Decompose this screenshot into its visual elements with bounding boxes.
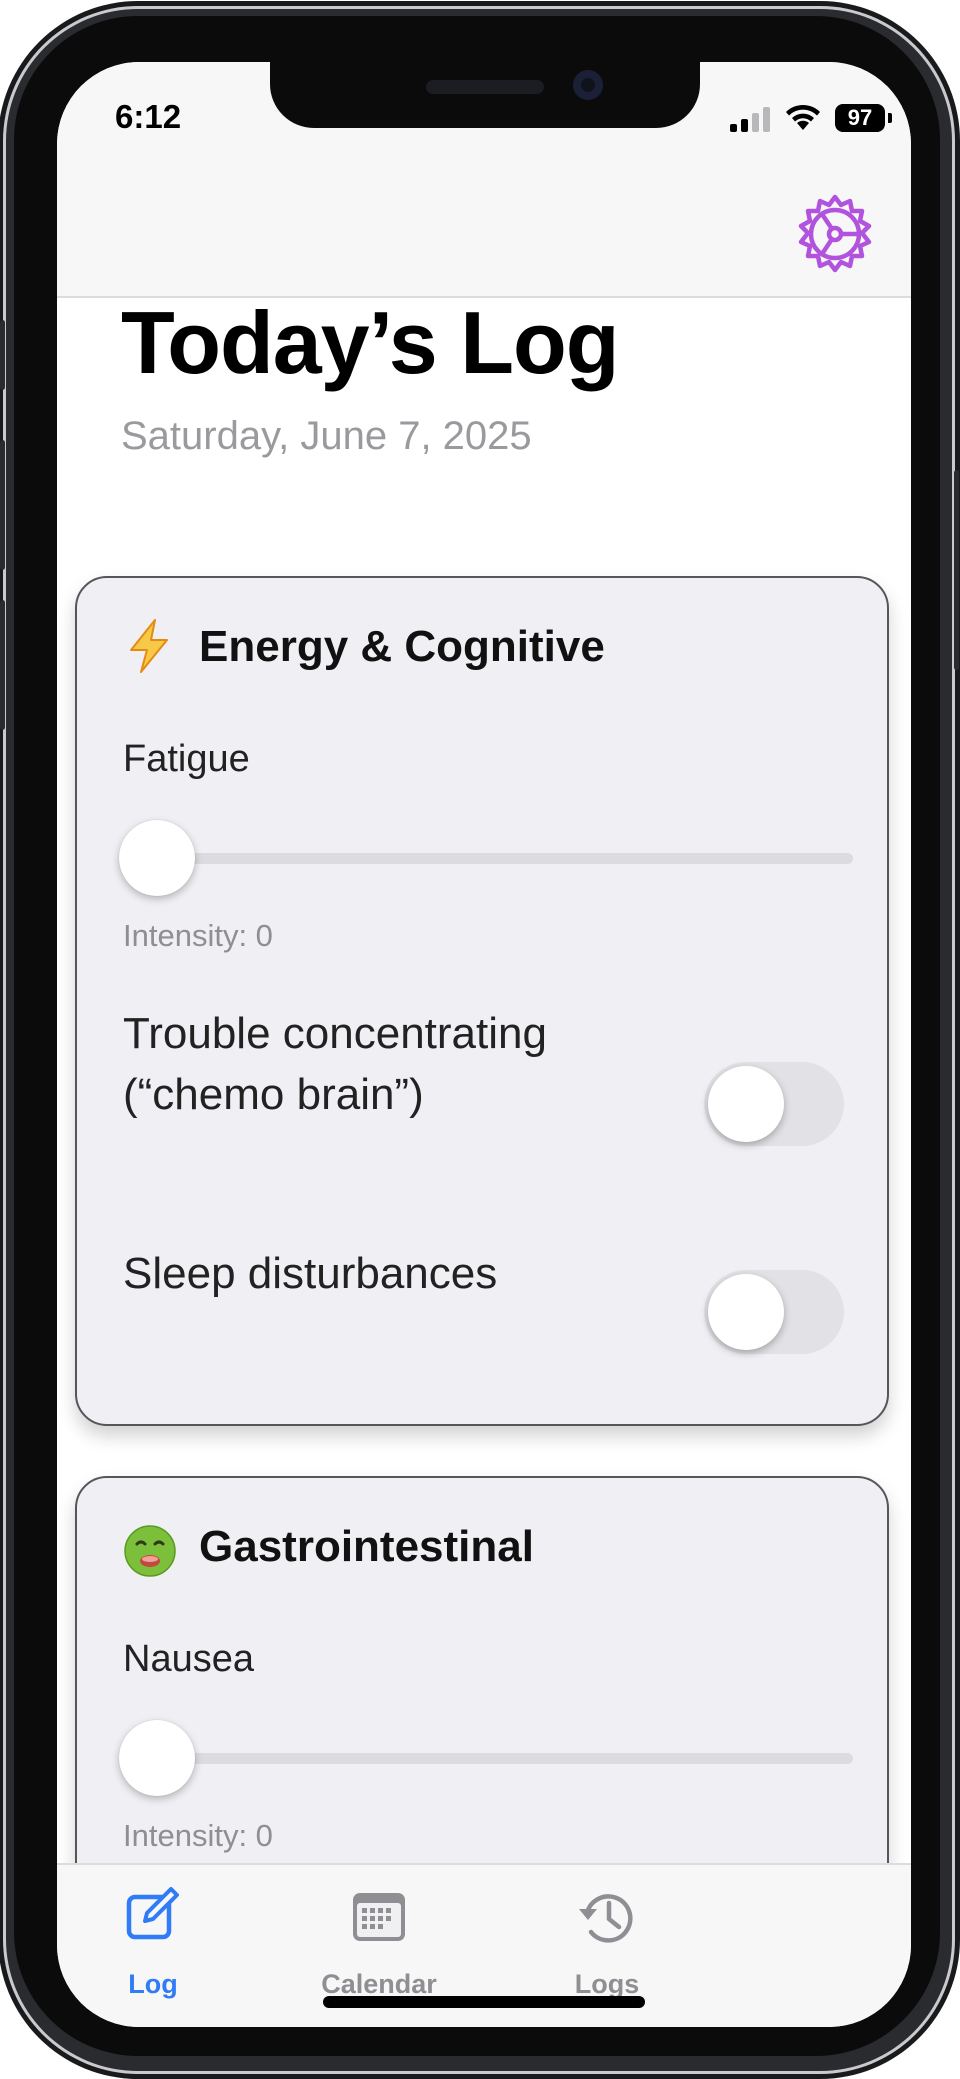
nausea-slider-thumb[interactable] xyxy=(119,1720,195,1796)
section-title-gastro: Gastrointestinal xyxy=(199,1522,534,1571)
fatigue-slider-thumb[interactable] xyxy=(119,820,195,896)
tab-logs[interactable]: Logs xyxy=(517,1865,697,1999)
sleep-disturbances-label: Sleep disturbances xyxy=(123,1249,498,1298)
front-camera xyxy=(573,70,603,100)
mute-switch xyxy=(0,320,5,390)
gear-icon[interactable] xyxy=(792,192,878,278)
fatigue-intensity: Intensity: 0 xyxy=(123,918,273,953)
energy-cognitive-card: Energy & Cognitive Fatigue Intensity: 0 … xyxy=(75,576,889,1426)
battery-icon: 97 xyxy=(835,104,885,132)
toggle-knob xyxy=(708,1066,784,1142)
sleep-disturbances-toggle[interactable] xyxy=(704,1270,844,1354)
earpiece xyxy=(426,80,544,94)
fatigue-label: Fatigue xyxy=(123,738,250,780)
trouble-concentrating-toggle[interactable] xyxy=(704,1062,844,1146)
nauseated-face-icon xyxy=(124,1525,176,1577)
status-time: 6:12 xyxy=(115,98,182,135)
log-scroll-view[interactable]: Today’s Log Saturday, June 7, 2025 Energ… xyxy=(57,298,911,1863)
lightning-icon xyxy=(130,619,168,673)
app-screen: 6:12 97 Today’s Log Saturday, June 7, 20… xyxy=(57,62,911,2027)
tab-log[interactable]: Log xyxy=(63,1865,243,1999)
calendar-icon xyxy=(353,1893,405,1941)
trouble-concentrating-label: Trouble concentrating (“chemo brain”) xyxy=(123,1009,547,1119)
page-title: Today’s Log xyxy=(121,298,619,392)
gastrointestinal-card: Gastrointestinal Nausea Intensity: 0 xyxy=(75,1476,889,1863)
section-title-energy: Energy & Cognitive xyxy=(199,622,605,671)
notch xyxy=(270,62,700,128)
page-date: Saturday, June 7, 2025 xyxy=(121,414,532,458)
toggle-knob xyxy=(708,1274,784,1350)
power-button xyxy=(954,470,959,670)
battery-tip xyxy=(888,113,892,123)
wifi-icon xyxy=(786,104,820,130)
signal-icon xyxy=(730,106,772,132)
nausea-slider[interactable] xyxy=(123,1753,853,1764)
tab-log-label: Log xyxy=(128,1969,178,1999)
nausea-intensity: Intensity: 0 xyxy=(123,1818,273,1853)
tab-calendar[interactable]: Calendar xyxy=(289,1865,469,1999)
nausea-label: Nausea xyxy=(123,1638,254,1680)
home-indicator[interactable] xyxy=(323,1996,645,2008)
edit-icon xyxy=(126,1887,179,1940)
volume-up-button xyxy=(0,440,5,570)
volume-down-button xyxy=(0,600,5,730)
history-icon xyxy=(579,1894,633,1943)
fatigue-slider[interactable] xyxy=(123,853,853,864)
